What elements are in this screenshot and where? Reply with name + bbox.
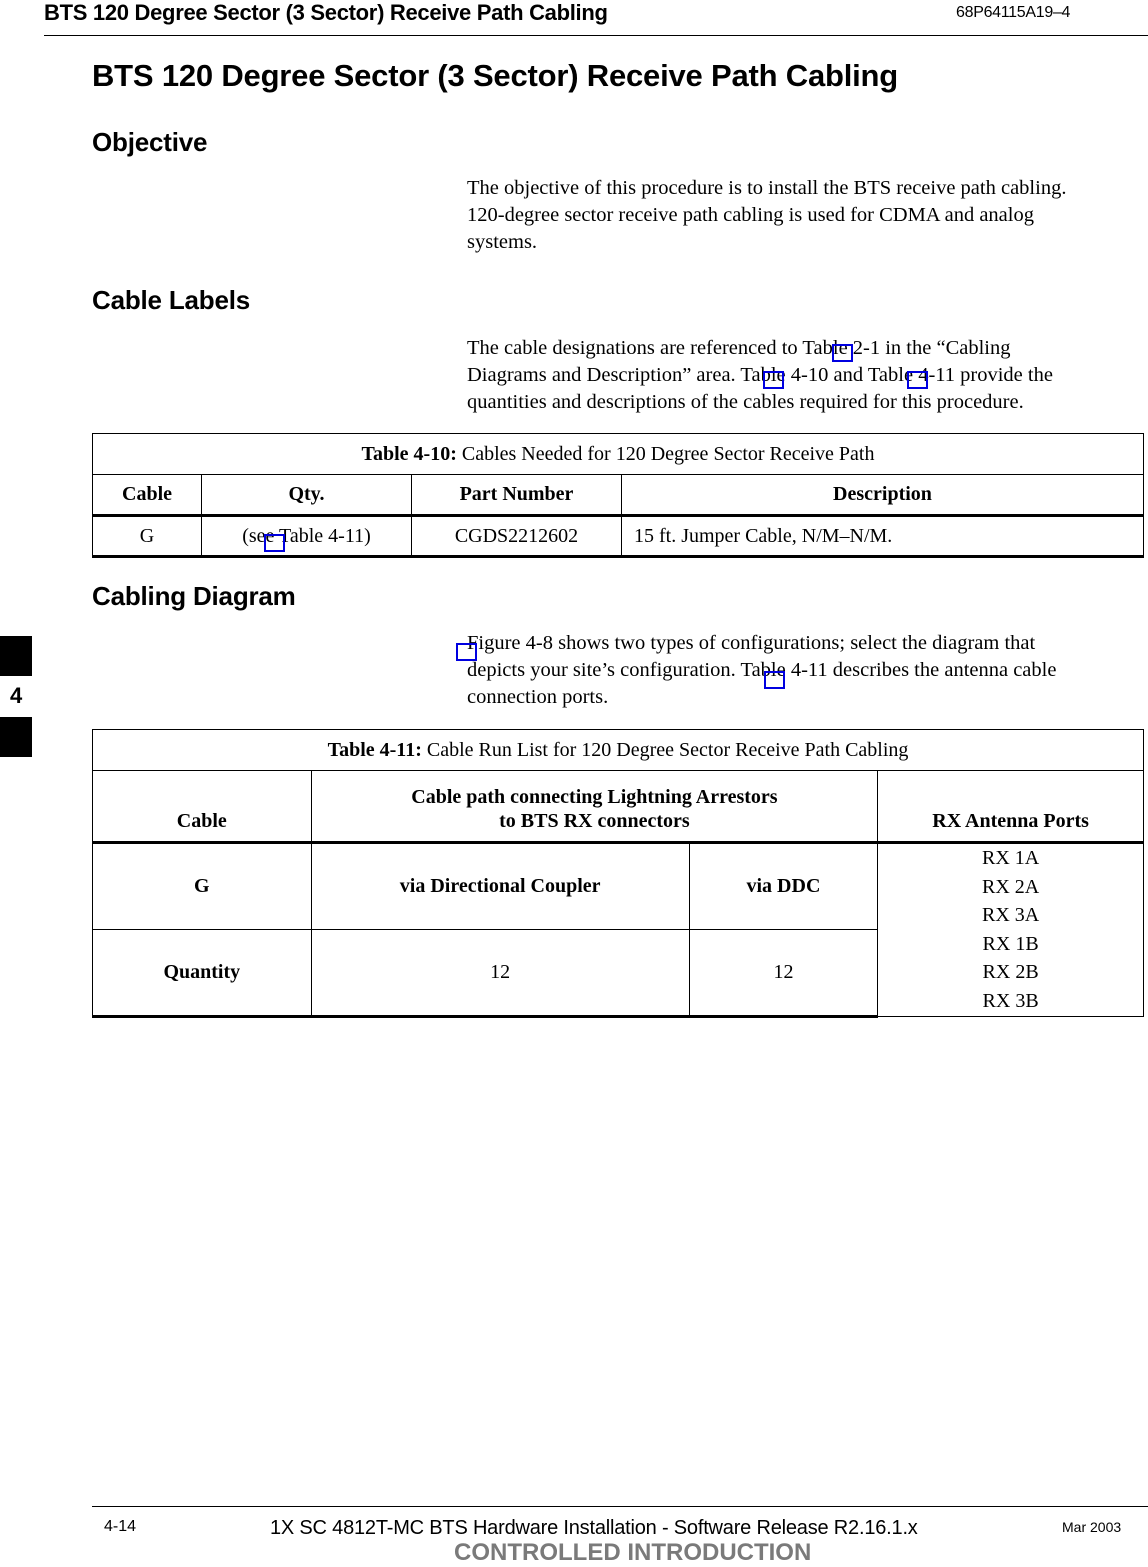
- column-header-rx-antenna-ports: RX Antenna Ports: [877, 770, 1144, 844]
- cell-quantity-label: Quantity: [92, 928, 312, 1018]
- header-rule: [44, 35, 1148, 36]
- rx-port: RX 3A: [981, 904, 1040, 927]
- cell-quantity-dc: 12: [310, 928, 690, 1018]
- paragraph-line: systems.: [467, 231, 538, 253]
- column-header-part-number: Part Number: [411, 474, 622, 517]
- cell-via-ddc: via DDC: [688, 842, 879, 930]
- cell-qty: (see Table 4-11): [201, 515, 412, 558]
- paragraph-line: 120-degree sector receive path cabling i…: [467, 204, 1034, 226]
- chapter-tab-marker: [0, 717, 32, 757]
- column-header-cable-path: Cable path connecting Lightning Arrestor…: [310, 770, 879, 844]
- header-line: Cable path connecting Lightning Arrestor…: [411, 786, 778, 808]
- paragraph-line: Diagrams and Description” area. Table 4-…: [467, 364, 1053, 386]
- caption-label: Table 4-10:: [361, 442, 457, 465]
- link-table-4-11[interactable]: [264, 534, 285, 552]
- page-number: 4-14: [104, 1518, 137, 1535]
- cell-cable: G: [92, 842, 312, 930]
- link-table-2-1[interactable]: [832, 344, 853, 362]
- heading-objective: Objective: [92, 127, 208, 157]
- column-header-description: Description: [621, 474, 1144, 517]
- cell-cable: G: [92, 515, 202, 558]
- heading-cable-labels: Cable Labels: [92, 285, 250, 315]
- page-title: BTS 120 Degree Sector (3 Sector) Receive…: [92, 58, 899, 93]
- caption-text: Cables Needed for 120 Degree Sector Rece…: [456, 442, 875, 465]
- objective-paragraph: The objective of this procedure is to in…: [467, 175, 1148, 256]
- table-4-11: Table 4-11: Cable Run List for 120 Degre…: [92, 729, 1144, 1018]
- paragraph-line: depicts your site’s configuration. Table…: [467, 659, 1057, 681]
- cabling-diagram-paragraph: Figure 4-8 shows two types of configurat…: [467, 630, 1148, 711]
- rx-port: RX 1B: [982, 932, 1039, 955]
- footer-title: 1X SC 4812T-MC BTS Hardware Installation…: [270, 1517, 918, 1539]
- link-table-4-10[interactable]: [763, 371, 784, 389]
- paragraph-line: quantities and descriptions of the cable…: [467, 391, 1024, 413]
- document-number: 68P64115A19–4: [956, 4, 1071, 21]
- footer-rule: [92, 1506, 1148, 1507]
- caption-label: Table 4-11:: [327, 738, 422, 761]
- rx-port: RX 3B: [982, 989, 1039, 1012]
- column-header-qty: Qty.: [201, 474, 412, 517]
- chapter-tab-marker: [0, 636, 32, 676]
- link-table-4-11[interactable]: [764, 671, 785, 689]
- cell-quantity-ddc: 12: [688, 928, 879, 1018]
- rx-port: RX 1A: [981, 847, 1040, 869]
- heading-cabling-diagram: Cabling Diagram: [92, 581, 296, 611]
- cell-part-number: CGDS2212602: [411, 515, 622, 558]
- column-header-cable: Cable: [92, 474, 202, 517]
- cable-labels-paragraph: The cable designations are referenced to…: [467, 335, 1148, 416]
- table-row: G (see Table 4-11) CGDS2212602 15 ft. Ju…: [92, 515, 1144, 558]
- cell-description: 15 ft. Jumper Cable, N/M–N/M.: [621, 515, 1144, 558]
- table-row: G via Directional Coupler via DDC RX 1A …: [92, 842, 1144, 1017]
- link-table-4-11[interactable]: [907, 371, 928, 389]
- paragraph-line: The objective of this procedure is to in…: [467, 177, 1067, 199]
- running-header-title: BTS 120 Degree Sector (3 Sector) Receive…: [44, 0, 608, 25]
- link-figure-4-8[interactable]: [456, 643, 477, 661]
- column-header-cable: Cable: [92, 770, 312, 844]
- paragraph-line: connection ports.: [467, 686, 609, 708]
- rx-port: RX 2A: [981, 875, 1040, 898]
- table-caption: Table 4-11: Cable Run List for 120 Degre…: [92, 729, 1144, 771]
- table-caption: Table 4-10: Cables Needed for 120 Degree…: [92, 433, 1144, 475]
- paragraph-line: The cable designations are referenced to…: [467, 337, 1011, 359]
- header-line: to BTS RX connectors: [499, 810, 690, 832]
- cell-via-directional-coupler: via Directional Coupler: [310, 842, 690, 930]
- paragraph-line: Figure 4-8 shows two types of configurat…: [467, 632, 1036, 654]
- rx-port: RX 2B: [982, 961, 1039, 984]
- chapter-number: 4: [10, 683, 23, 708]
- caption-text: Cable Run List for 120 Degree Sector Rec…: [421, 738, 909, 761]
- footer-date: Mar 2003: [1062, 1519, 1122, 1535]
- table-4-10: Table 4-10: Cables Needed for 120 Degree…: [92, 433, 1144, 558]
- cell-rx-antenna-ports: RX 1A RX 2A RX 3A RX 1B RX 2B RX 3B: [877, 842, 1144, 1017]
